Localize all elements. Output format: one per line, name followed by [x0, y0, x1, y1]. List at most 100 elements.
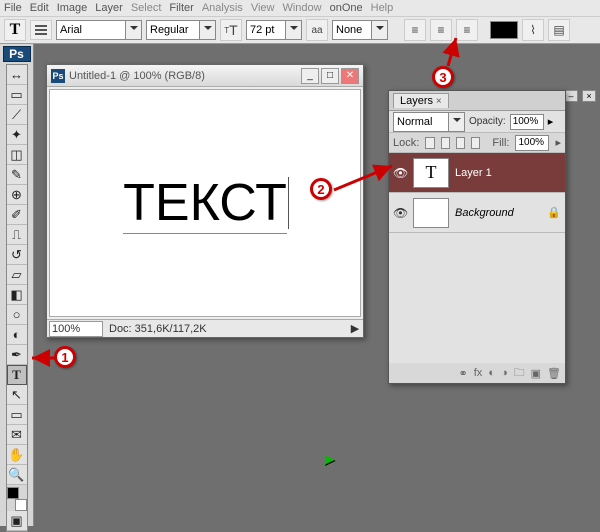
document-titlebar[interactable]: Ps Untitled-1 @ 100% (RGB/8) _ □ ✕: [47, 65, 363, 87]
menu-edit[interactable]: Edit: [30, 2, 49, 14]
layer-name[interactable]: Background: [455, 207, 541, 219]
layer-name[interactable]: Layer 1: [455, 167, 561, 179]
menu-select[interactable]: Select: [131, 2, 162, 14]
menu-help[interactable]: Help: [371, 2, 394, 14]
menu-file[interactable]: File: [4, 2, 22, 14]
maximize-button[interactable]: □: [321, 68, 339, 84]
tool-hand[interactable]: ✋: [7, 445, 27, 465]
tool-path[interactable]: ↖: [7, 385, 27, 405]
adjustment-layer-icon[interactable]: ◑: [501, 367, 508, 379]
dropdown-icon[interactable]: [126, 20, 142, 40]
font-style-field[interactable]: [146, 20, 200, 40]
antialias-dropdown[interactable]: [332, 20, 388, 40]
layer-group-icon[interactable]: 🗀: [514, 364, 525, 383]
tool-notes[interactable]: ✉: [7, 425, 27, 445]
tool-stamp[interactable]: ⎍: [7, 225, 27, 245]
tool-eyedropper[interactable]: ✎: [7, 165, 27, 185]
canvas[interactable]: ТЕКСТ: [49, 89, 361, 317]
tool-move[interactable]: ↔: [7, 65, 27, 85]
dropdown-icon[interactable]: [200, 20, 216, 40]
layer-thumb[interactable]: [413, 198, 449, 228]
tool-eraser[interactable]: ▱: [7, 265, 27, 285]
tool-preset-icon[interactable]: T: [4, 19, 26, 41]
tool-history[interactable]: ↺: [7, 245, 27, 265]
menu-layer[interactable]: Layer: [95, 2, 123, 14]
tool-gradient[interactable]: ◧: [7, 285, 27, 305]
align-left-icon[interactable]: ≡: [404, 19, 426, 41]
minimize-button[interactable]: _: [301, 68, 319, 84]
color-picker[interactable]: [7, 487, 27, 511]
annotation-2: 2: [310, 178, 332, 200]
dropdown-icon[interactable]: [372, 20, 388, 40]
font-size-field[interactable]: [246, 20, 286, 40]
menu-onone[interactable]: onOne: [330, 2, 363, 14]
link-layers-icon[interactable]: ⚭: [459, 367, 468, 380]
dropdown-icon[interactable]: [449, 112, 465, 132]
align-right-icon[interactable]: ≡: [456, 19, 478, 41]
zoom-field[interactable]: 100%: [49, 321, 103, 337]
font-family-field[interactable]: [56, 20, 126, 40]
fill-field[interactable]: [515, 135, 549, 151]
fg-color-swatch[interactable]: [7, 487, 19, 499]
tool-crop[interactable]: ◫: [7, 145, 27, 165]
layer-row[interactable]: 👁 T Layer 1: [389, 153, 565, 193]
dropdown-icon[interactable]: [286, 20, 302, 40]
tool-lasso[interactable]: ⟋: [7, 105, 27, 125]
tool-screenmode[interactable]: ▣: [7, 511, 27, 531]
layer-mask-icon[interactable]: ◐: [488, 367, 495, 379]
antialias-field[interactable]: [332, 20, 372, 40]
close-button[interactable]: ✕: [341, 68, 359, 84]
tool-pen[interactable]: ✒: [7, 345, 27, 365]
tool-marquee[interactable]: ▭: [7, 85, 27, 105]
tool-heal[interactable]: ⊕: [7, 185, 27, 205]
blend-mode-field[interactable]: [393, 112, 449, 132]
tool-blur[interactable]: ○: [7, 305, 27, 325]
lock-pixels-icon[interactable]: [441, 137, 450, 149]
lock-all-icon[interactable]: [471, 137, 480, 149]
delete-layer-icon[interactable]: 🗑: [547, 367, 561, 380]
doc-info: Doc: 351,6K/117,2K: [105, 323, 347, 335]
toolbox: ↔ ▭ ⟋ ✦ ◫ ✎ ⊕ ✐ ⎍ ↺ ▱ ◧ ○ ◐ ✒ T ↖ ▭ ✉ ✋ …: [6, 64, 28, 532]
tab-layers[interactable]: Layers ×: [393, 93, 449, 108]
tool-shape[interactable]: ▭: [7, 405, 27, 425]
panel-close-icon[interactable]: ×: [582, 90, 596, 102]
text-color-swatch[interactable]: [490, 21, 518, 39]
tool-wand[interactable]: ✦: [7, 125, 27, 145]
panel-controls: – ×: [564, 90, 596, 102]
layer-row[interactable]: 👁 Background 🔒: [389, 193, 565, 233]
doc-info-menu-icon[interactable]: ▶: [347, 322, 363, 335]
tool-type[interactable]: T: [7, 365, 27, 385]
opacity-flyout-icon[interactable]: ▸: [548, 115, 554, 128]
new-layer-icon[interactable]: ▣: [531, 367, 541, 380]
bg-color-swatch[interactable]: [15, 499, 27, 511]
lock-transparency-icon[interactable]: [425, 137, 434, 149]
panel-minimize-icon[interactable]: –: [564, 90, 578, 102]
menu-analysis[interactable]: Analysis: [202, 2, 243, 14]
visibility-icon[interactable]: 👁: [393, 166, 407, 180]
visibility-icon[interactable]: 👁: [393, 206, 407, 220]
annotation-1: 1: [54, 346, 76, 368]
font-style-dropdown[interactable]: [146, 20, 216, 40]
menu-filter[interactable]: Filter: [169, 2, 193, 14]
tool-brush[interactable]: ✐: [7, 205, 27, 225]
lock-position-icon[interactable]: [456, 137, 465, 149]
warp-text-icon[interactable]: ⌇: [522, 19, 544, 41]
tool-dodge[interactable]: ◐: [7, 325, 27, 345]
layer-style-icon[interactable]: fx: [474, 367, 483, 379]
opacity-field[interactable]: [510, 114, 544, 130]
tool-zoom[interactable]: 🔍: [7, 465, 27, 485]
fill-flyout-icon[interactable]: ▸: [555, 136, 561, 149]
align-center-icon[interactable]: ≡: [430, 19, 452, 41]
blend-mode-dropdown[interactable]: [393, 112, 465, 132]
tool-preset-menu-icon[interactable]: [30, 20, 52, 40]
panel-tabs: Layers ×: [389, 91, 565, 111]
tab-close-icon[interactable]: ×: [436, 96, 442, 107]
character-panel-icon[interactable]: ▤: [548, 19, 570, 41]
menu-image[interactable]: Image: [57, 2, 88, 14]
menu-window[interactable]: Window: [282, 2, 321, 14]
menu-view[interactable]: View: [251, 2, 275, 14]
layer-thumb[interactable]: T: [413, 158, 449, 188]
font-family-dropdown[interactable]: [56, 20, 142, 40]
font-size-dropdown[interactable]: [246, 20, 302, 40]
typed-text[interactable]: ТЕКСТ: [123, 173, 287, 234]
